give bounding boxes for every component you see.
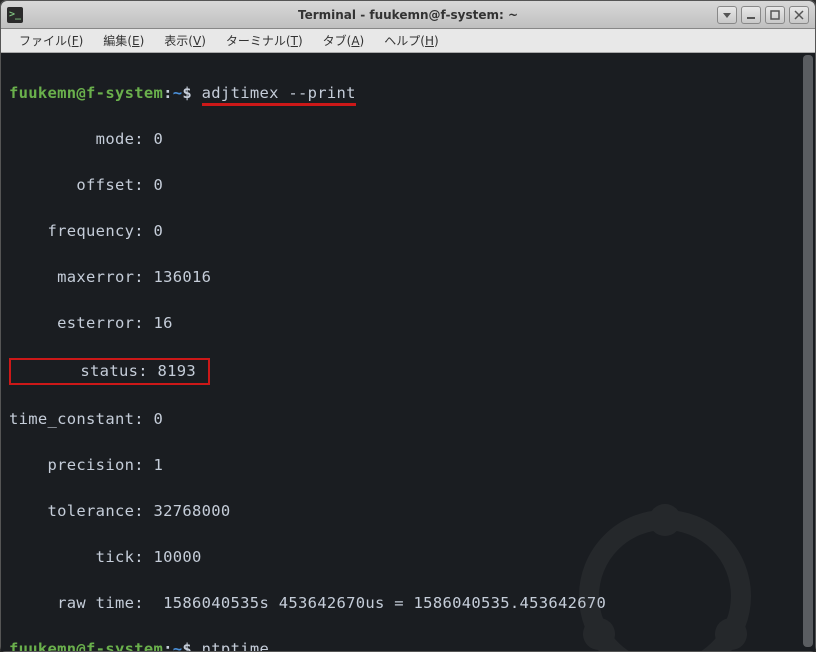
- command-adjtimex: adjtimex --print: [202, 84, 356, 106]
- menu-tab[interactable]: タブ(A): [313, 30, 375, 51]
- always-on-top-button[interactable]: [717, 6, 737, 24]
- menu-view[interactable]: 表示(V): [154, 30, 216, 51]
- window-title: Terminal - fuukemn@f-system: ~: [298, 8, 518, 22]
- output-line: tolerance: 32768000: [9, 500, 807, 523]
- menu-file[interactable]: ファイル(F): [9, 30, 93, 51]
- scrollbar-thumb[interactable]: [803, 55, 813, 647]
- terminal-window: >_ Terminal - fuukemn@f-system: ~ ファイル(F…: [0, 0, 816, 652]
- output-line: status: 8193: [9, 358, 807, 385]
- terminal-icon: >_: [7, 7, 23, 23]
- prompt-user: fuukemn@f-system: [9, 640, 163, 651]
- titlebar[interactable]: >_ Terminal - fuukemn@f-system: ~: [1, 1, 815, 29]
- command-ntptime: ntptime: [202, 640, 269, 651]
- status-highlight: status: 8193: [9, 358, 210, 385]
- menu-help[interactable]: ヘルプ(H): [374, 30, 448, 51]
- window-controls: [717, 6, 809, 24]
- output-line: frequency: 0: [9, 220, 807, 243]
- menu-terminal[interactable]: ターミナル(T): [216, 30, 313, 51]
- output-line: maxerror: 136016: [9, 266, 807, 289]
- minimize-button[interactable]: [741, 6, 761, 24]
- output-line: tick: 10000: [9, 546, 807, 569]
- close-button[interactable]: [789, 6, 809, 24]
- menubar: ファイル(F) 編集(E) 表示(V) ターミナル(T) タブ(A) ヘルプ(H…: [1, 29, 815, 53]
- prompt-path: ~: [173, 640, 183, 651]
- output-line: mode: 0: [9, 128, 807, 151]
- maximize-button[interactable]: [765, 6, 785, 24]
- output-line: precision: 1: [9, 454, 807, 477]
- prompt-path: ~: [173, 84, 183, 102]
- output-line: esterror: 16: [9, 312, 807, 335]
- output-line: time_constant: 0: [9, 408, 807, 431]
- terminal-output[interactable]: fuukemn@f-system:~$ adjtimex --print mod…: [1, 53, 815, 651]
- scrollbar[interactable]: [803, 55, 813, 647]
- prompt-user: fuukemn@f-system: [9, 84, 163, 102]
- output-line: raw time: 1586040535s 453642670us = 1586…: [9, 592, 807, 615]
- output-line: offset: 0: [9, 174, 807, 197]
- menu-edit[interactable]: 編集(E): [93, 30, 154, 51]
